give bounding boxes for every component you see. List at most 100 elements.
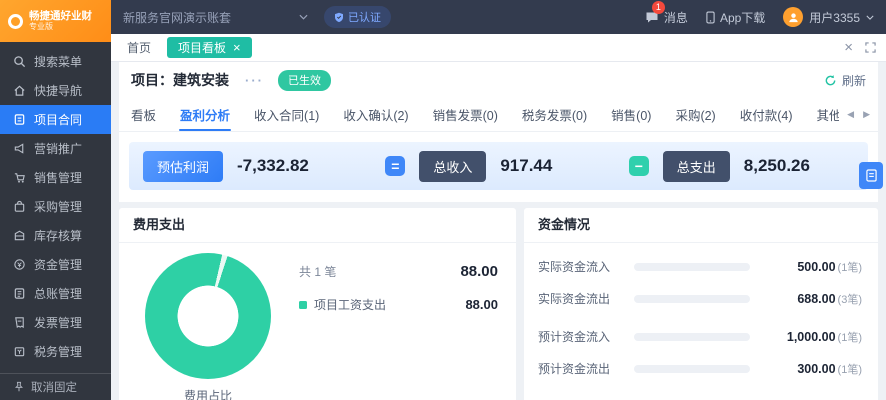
fund-bar-track <box>634 263 750 271</box>
shield-icon <box>334 12 344 23</box>
fund-row-count: (1笔) <box>838 364 862 376</box>
topbar-right: 1 消息 App下载 用户3355 <box>645 7 874 27</box>
purchase-icon <box>13 200 26 213</box>
tab-other-inout[interactable]: 其他收支(1) <box>805 98 840 131</box>
side-panel-toggle-button[interactable] <box>859 162 883 189</box>
sidebar-item-tax-mgmt[interactable]: 税务管理 <box>0 337 111 366</box>
tab-board[interactable]: 看板 <box>119 98 168 131</box>
account-selector[interactable]: 新服务官网演示账套 <box>123 9 308 26</box>
sidebar-item-label: 总账管理 <box>34 285 82 302</box>
sidebar-item-label: 项目合同 <box>34 111 82 128</box>
scroll-right-icon[interactable]: ▶ <box>863 109 870 120</box>
brand-subtitle: 专业版 <box>29 22 92 31</box>
sidebar-item-label: 销售管理 <box>34 169 82 186</box>
expense-donut-chart[interactable] <box>145 253 271 379</box>
fund-row-count: (3笔) <box>838 294 862 306</box>
refresh-button[interactable]: 刷新 <box>824 72 866 89</box>
sidebar-item-marketing[interactable]: 营销推广 <box>0 134 111 163</box>
fund-row-value: 1,000.00(1笔) <box>762 329 862 345</box>
tab-income-confirm[interactable]: 收入确认(2) <box>331 98 420 131</box>
income-group: = 总收入 917.44 <box>385 151 552 182</box>
detail-tabs-scroll: 看板 盈利分析 收入合同(1) 收入确认(2) 销售发票(0) 税务发票(0) … <box>119 98 839 131</box>
fund-bar-track <box>634 365 750 373</box>
sidebar-item-label: 税务管理 <box>34 343 82 360</box>
verified-label: 已认证 <box>348 9 381 25</box>
fund-row-value: 688.00(3笔) <box>762 291 862 307</box>
total-income-value: 917.44 <box>500 156 552 176</box>
profit-group: 预估利润 -7,332.82 <box>143 151 309 182</box>
fund-row-count: (1笔) <box>838 332 862 344</box>
more-options-button[interactable]: ··· <box>245 73 264 88</box>
sidebar-item-quick-nav[interactable]: 快捷导航 <box>0 76 111 105</box>
fund-row-label: 实际资金流入 <box>538 258 622 275</box>
sidebar-item-label: 搜索菜单 <box>34 53 82 70</box>
chevron-down-icon <box>299 14 308 20</box>
account-name: 新服务官网演示账套 <box>123 9 231 26</box>
home-icon <box>13 84 26 97</box>
sidebar-item-label: 资金管理 <box>34 256 82 273</box>
legend-item-value: 88.00 <box>465 297 498 312</box>
legend-swatch <box>299 301 307 309</box>
sidebar-item-invoice-mgmt[interactable]: 发票管理 <box>0 308 111 337</box>
tab-purchase[interactable]: 采购(2) <box>663 98 727 131</box>
sidebar-item-ledger[interactable]: 总账管理 <box>0 279 111 308</box>
sales-icon <box>13 171 26 184</box>
expense-legend-item[interactable]: 项目工资支出 88.00 <box>299 296 498 313</box>
fund-panel-title: 资金情况 <box>524 208 878 243</box>
tab-income-contract[interactable]: 收入合同(1) <box>242 98 331 131</box>
scroll-left-icon[interactable]: ◀ <box>847 109 854 120</box>
expense-total-value: 88.00 <box>460 263 498 280</box>
page-header: 项目：建筑安装 ··· 已生效 刷新 <box>119 62 878 98</box>
fund-row-expected-inflow[interactable]: 预计资金流入 1,000.00(1笔) <box>538 328 862 345</box>
brand-logo: 畅捷通好业财 专业版 <box>0 0 111 42</box>
tab-profit-analysis[interactable]: 盈利分析 <box>168 98 242 131</box>
estimated-profit-button[interactable]: 预估利润 <box>143 151 223 182</box>
tab-sales-invoice[interactable]: 销售发票(0) <box>421 98 510 131</box>
tab-payments[interactable]: 收付款(4) <box>728 98 805 131</box>
sidebar-item-fund-mgmt[interactable]: 资金管理 <box>0 250 111 279</box>
fund-row-actual-inflow[interactable]: 实际资金流入 500.00(1笔) <box>538 258 862 275</box>
message-count-badge: 1 <box>652 1 665 14</box>
sidebar-item-inventory[interactable]: 库存核算 <box>0 221 111 250</box>
messages-button[interactable]: 1 消息 <box>645 9 688 26</box>
fund-bar-track <box>634 295 750 303</box>
tab-home[interactable]: 首页 <box>127 39 151 56</box>
invoice-icon <box>13 316 26 329</box>
sidebar-unpin-button[interactable]: 取消固定 <box>0 373 111 400</box>
sidebar-item-sales-mgmt[interactable]: 销售管理 <box>0 163 111 192</box>
close-all-icon[interactable]: × <box>844 39 853 56</box>
user-menu[interactable]: 用户3355 <box>783 7 874 27</box>
expand-icon[interactable] <box>865 42 876 53</box>
main-content: 项目：建筑安装 ··· 已生效 刷新 看板 盈利分析 收入合同(1) 收入确认(… <box>111 62 886 400</box>
document-icon <box>866 169 877 182</box>
verified-badge[interactable]: 已认证 <box>324 6 391 28</box>
detail-tabs: 看板 盈利分析 收入合同(1) 收入确认(2) 销售发票(0) 税务发票(0) … <box>119 98 878 132</box>
tab-project-board[interactable]: 项目看板 × <box>167 37 252 58</box>
brand-logo-icon <box>8 14 23 29</box>
dashboard-panels: 费用支出 共 1 笔 88.00 项目工资支出 8 <box>119 208 878 400</box>
minus-icon: − <box>629 156 649 176</box>
fund-row-count: (1笔) <box>838 262 862 274</box>
megaphone-icon <box>13 142 26 155</box>
app-download-button[interactable]: App下载 <box>706 9 765 26</box>
tab-close-icon[interactable]: × <box>233 41 241 54</box>
tab-tax-invoice[interactable]: 税务发票(0) <box>510 98 599 131</box>
total-expense-button[interactable]: 总支出 <box>663 151 730 182</box>
sidebar-item-label: 采购管理 <box>34 198 82 215</box>
fund-row-label: 实际资金流出 <box>538 290 622 307</box>
tab-sales[interactable]: 销售(0) <box>599 98 663 131</box>
total-income-button[interactable]: 总收入 <box>419 151 486 182</box>
sidebar-item-project-contract[interactable]: 项目合同 <box>0 105 111 134</box>
tabstrip-actions: × <box>844 39 876 56</box>
sidebar-item-search-menu[interactable]: 搜索菜单 <box>0 47 111 76</box>
expense-panel: 费用支出 共 1 笔 88.00 项目工资支出 8 <box>119 208 516 400</box>
fund-panel-body: 实际资金流入 500.00(1笔) 实际资金流出 688.00(3笔) 预计资金… <box>524 243 878 392</box>
fund-row-expected-outflow[interactable]: 预计资金流出 300.00(1笔) <box>538 360 862 377</box>
fund-row-value: 300.00(1笔) <box>762 361 862 377</box>
fund-row-actual-outflow[interactable]: 实际资金流出 688.00(3笔) <box>538 290 862 307</box>
inventory-icon <box>13 229 26 242</box>
sidebar-item-purchase-mgmt[interactable]: 采购管理 <box>0 192 111 221</box>
pin-icon <box>13 381 25 393</box>
page-title: 项目：建筑安装 <box>131 70 229 90</box>
sidebar-item-label: 发票管理 <box>34 314 82 331</box>
